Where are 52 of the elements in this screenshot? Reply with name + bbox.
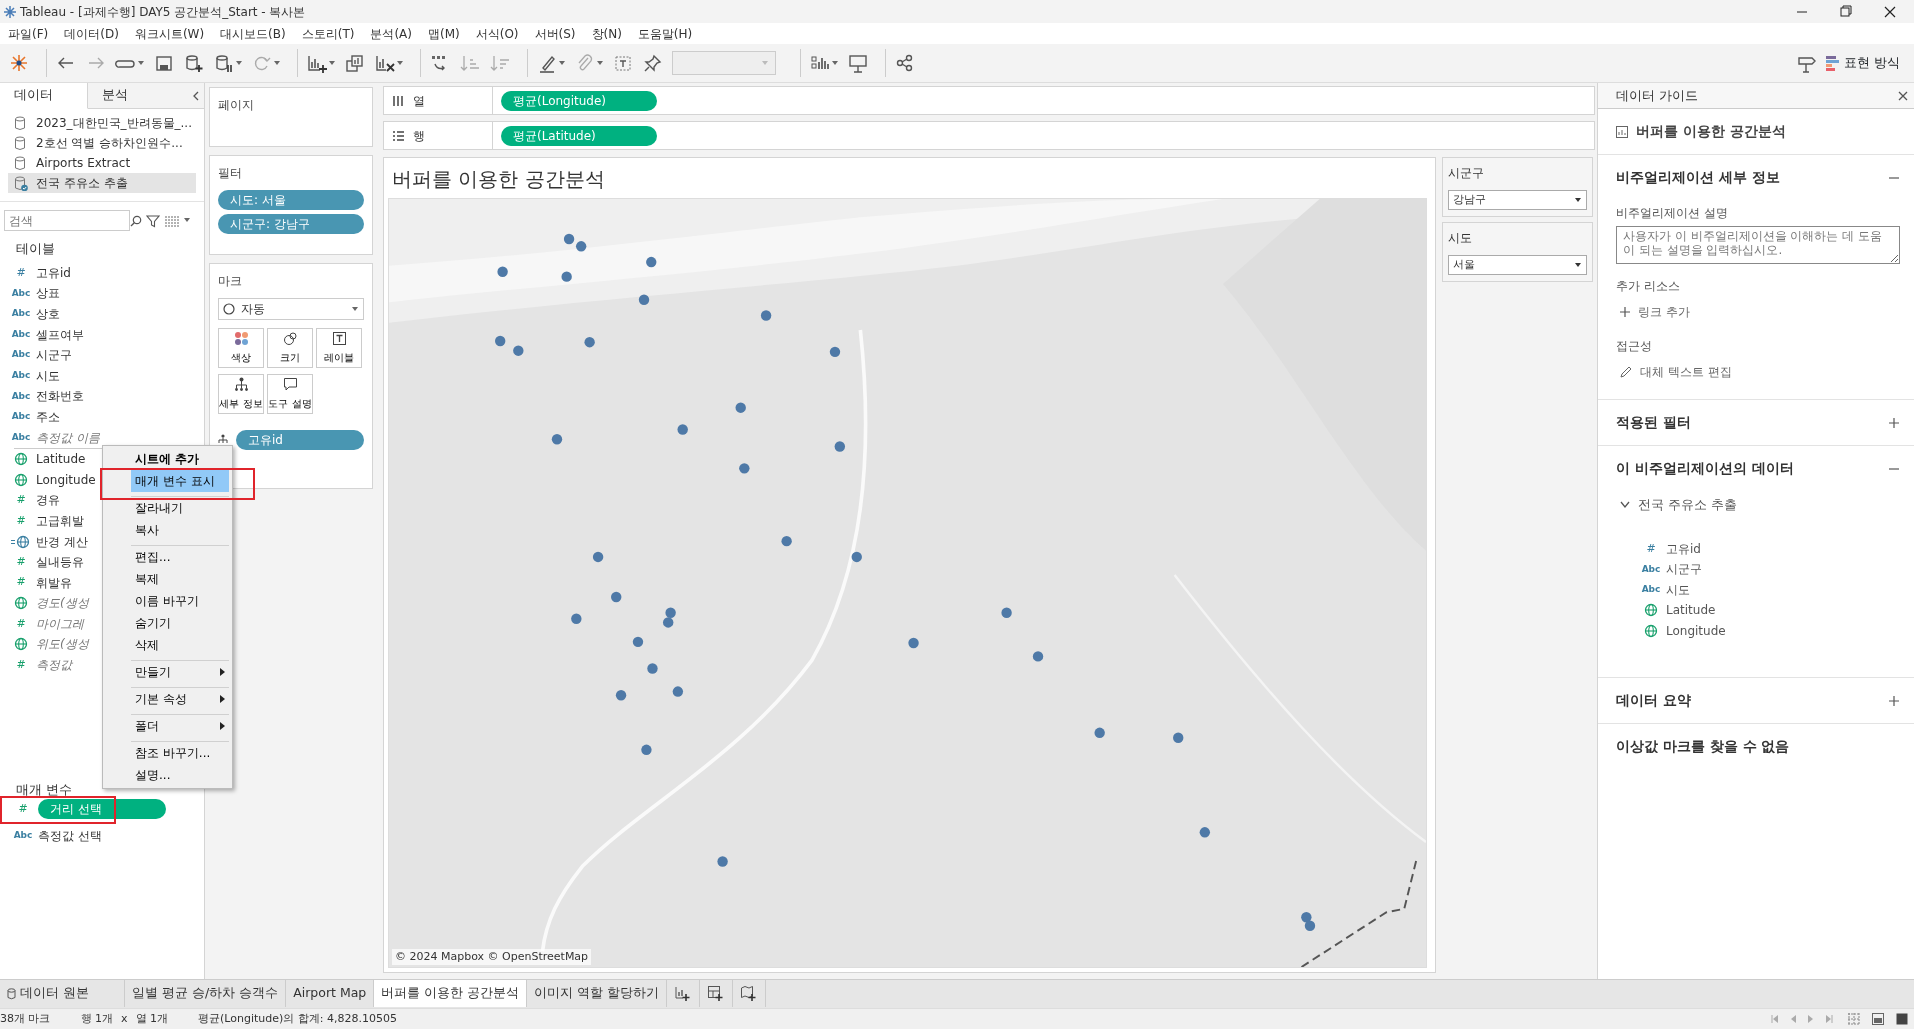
- field-label: 접근성: [1616, 338, 1653, 355]
- section-heading: 데이터 요약: [1616, 691, 1691, 710]
- text-type-icon: Abc: [11, 410, 31, 424]
- shelf-title: 페이지: [218, 97, 255, 114]
- text-type-icon: Abc: [1641, 583, 1661, 597]
- text-type-icon: Abc: [11, 286, 31, 301]
- sheet-title: 버퍼를 이용한 공간분석: [391, 166, 606, 193]
- number-type-icon: #: [16, 656, 26, 674]
- shelf-label: 열: [413, 92, 425, 110]
- shelf-title: 필터: [218, 165, 243, 182]
- sheet-name: 버퍼를 이용한 공간분석: [1636, 122, 1786, 141]
- panel-title: 데이터 가이드: [1616, 86, 1699, 105]
- filter-title: 시군구: [1448, 165, 1485, 182]
- status-text: 열 1개: [135, 1010, 168, 1027]
- number-type-icon: #: [18, 800, 28, 818]
- text-type-icon: Abc: [11, 430, 31, 445]
- number-type-icon: #: [16, 574, 26, 591]
- number-type-icon: #: [16, 264, 26, 282]
- field-name: 시도: [1666, 581, 1690, 599]
- field-name: 시군구: [1666, 561, 1702, 579]
- number-type-icon: #: [1646, 540, 1656, 557]
- status-text: 행 1개: [80, 1010, 113, 1027]
- text-type-icon: Abc: [1641, 562, 1661, 576]
- section-heading: 적용된 필터: [1616, 413, 1691, 432]
- outlier-note: 이상값 마크를 찾을 수 없음: [1616, 738, 1790, 754]
- field-label: 추가 리소스: [1616, 278, 1681, 295]
- status-text: 38개 마크: [0, 1010, 51, 1027]
- text-type-icon: Abc: [11, 307, 31, 321]
- section-heading: 이 비주얼리제이션의 데이터: [1616, 459, 1794, 478]
- text-type-icon: Abc: [11, 369, 31, 383]
- section-heading: 비주얼리제이션 세부 정보: [1616, 168, 1780, 187]
- filter-title: 시도: [1448, 230, 1473, 247]
- number-type-icon: #: [16, 553, 26, 571]
- data-source-name: 전국 주유소 추출: [1638, 496, 1738, 514]
- shelf-label: 행: [413, 127, 425, 145]
- number-type-icon: #: [16, 512, 26, 530]
- section-heading: 매개 변수: [15, 780, 73, 799]
- number-type-icon: #: [16, 492, 26, 509]
- window-title: Tableau - [과제수행] DAY5 공간분석_Start - 복사본: [20, 3, 307, 21]
- field-name: Latitude: [1666, 602, 1716, 620]
- field-name: 고유id: [1666, 540, 1701, 558]
- shelf-title: 마크: [218, 273, 243, 290]
- text-type-icon: Abc: [11, 348, 31, 362]
- text-type-icon: Abc: [13, 828, 33, 843]
- section-heading: 테이블: [15, 240, 56, 258]
- field-name: Longitude: [1666, 622, 1726, 640]
- text-type-icon: Abc: [11, 327, 31, 342]
- status-text: x: [121, 1010, 128, 1027]
- status-text: 평균(Longitude)의 합계: 4,828.10505: [198, 1010, 397, 1027]
- field-label: 비주얼리제이션 설명: [1616, 205, 1729, 222]
- number-type-icon: #: [16, 615, 26, 633]
- text-type-icon: Abc: [11, 389, 31, 404]
